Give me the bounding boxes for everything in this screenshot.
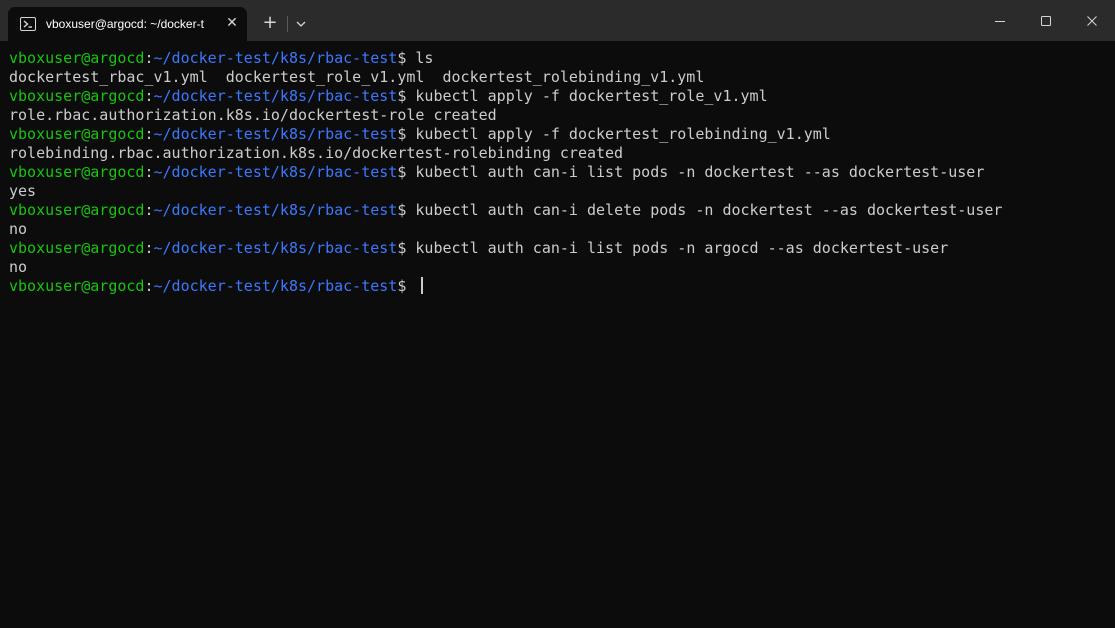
output-line: role.rbac.authorization.k8s.io/dockertes… — [9, 106, 1109, 125]
text-cursor — [421, 277, 424, 294]
prompt-line: vboxuser@argocd:~/docker-test/k8s/rbac-t… — [9, 87, 1109, 106]
prompt-user: vboxuser@argocd — [9, 277, 145, 295]
output-text: rolebinding.rbac.authorization.k8s.io/do… — [9, 144, 624, 162]
prompt-line: vboxuser@argocd:~/docker-test/k8s/rbac-t… — [9, 163, 1109, 182]
command-text: kubectl auth can-i list pods -n dockerte… — [406, 163, 985, 181]
terminal-output[interactable]: vboxuser@argocd:~/docker-test/k8s/rbac-t… — [9, 49, 1109, 619]
prompt-separator: : — [144, 87, 154, 105]
output-line: rolebinding.rbac.authorization.k8s.io/do… — [9, 144, 1109, 163]
prompt-path: ~/docker-test/k8s/rbac-test — [153, 277, 398, 295]
prompt-path: ~/docker-test/k8s/rbac-test — [153, 201, 398, 219]
tab-terminal[interactable]: vboxuser@argocd: ~/docker-t ✕ — [8, 7, 247, 41]
dropdown-chevron-icon[interactable] — [290, 12, 312, 36]
output-line: yes — [9, 182, 1109, 201]
prompt-separator: : — [144, 239, 154, 257]
output-line: no — [9, 258, 1109, 277]
prompt-separator: : — [144, 201, 154, 219]
prompt-user: vboxuser@argocd — [9, 125, 145, 143]
prompt-user: vboxuser@argocd — [9, 201, 145, 219]
prompt-separator: : — [144, 125, 154, 143]
prompt-line: vboxuser@argocd:~/docker-test/k8s/rbac-t… — [9, 239, 1109, 258]
output-text: yes — [9, 182, 37, 200]
command-text: kubectl auth can-i list pods -n argocd -… — [406, 239, 949, 257]
output-text: role.rbac.authorization.k8s.io/dockertes… — [9, 106, 497, 124]
title-bar[interactable]: vboxuser@argocd: ~/docker-t ✕ + — [0, 0, 1115, 41]
minimize-icon[interactable] — [977, 0, 1023, 41]
output-text: no — [9, 220, 28, 238]
maximize-icon[interactable] — [1023, 0, 1069, 41]
close-icon[interactable] — [1069, 0, 1115, 41]
prompt-user: vboxuser@argocd — [9, 87, 145, 105]
new-tab-button[interactable]: + — [258, 12, 282, 36]
prompt-line: vboxuser@argocd:~/docker-test/k8s/rbac-t… — [9, 277, 1109, 296]
tab-close-icon[interactable]: ✕ — [224, 15, 240, 31]
output-line: dockertest_rbac_v1.yml dockertest_role_v… — [9, 68, 1109, 87]
tab-title: vboxuser@argocd: ~/docker-t — [46, 17, 204, 31]
prompt-user: vboxuser@argocd — [9, 49, 145, 67]
command-text: ls — [406, 49, 434, 67]
prompt-path: ~/docker-test/k8s/rbac-test — [153, 87, 398, 105]
prompt-separator: : — [144, 49, 154, 67]
prompt-user: vboxuser@argocd — [9, 239, 145, 257]
prompt-line: vboxuser@argocd:~/docker-test/k8s/rbac-t… — [9, 49, 1109, 68]
tab-separator — [287, 16, 288, 32]
command-text: kubectl apply -f dockertest_rolebinding_… — [406, 125, 831, 143]
output-text: no — [9, 258, 28, 276]
command-text — [406, 277, 415, 295]
prompt-path: ~/docker-test/k8s/rbac-test — [153, 163, 398, 181]
command-text: kubectl auth can-i delete pods -n docker… — [406, 201, 1003, 219]
prompt-line: vboxuser@argocd:~/docker-test/k8s/rbac-t… — [9, 201, 1109, 220]
prompt-user: vboxuser@argocd — [9, 163, 145, 181]
prompt-line: vboxuser@argocd:~/docker-test/k8s/rbac-t… — [9, 125, 1109, 144]
terminal-window: vboxuser@argocd: ~/docker-t ✕ + vboxuser… — [0, 0, 1115, 628]
prompt-path: ~/docker-test/k8s/rbac-test — [153, 125, 398, 143]
prompt-separator: : — [144, 163, 154, 181]
prompt-path: ~/docker-test/k8s/rbac-test — [153, 239, 398, 257]
output-line: no — [9, 220, 1109, 239]
output-text: dockertest_rbac_v1.yml dockertest_role_v… — [9, 68, 705, 86]
command-text: kubectl apply -f dockertest_role_v1.yml — [406, 87, 768, 105]
powershell-terminal-icon — [20, 17, 36, 31]
prompt-path: ~/docker-test/k8s/rbac-test — [153, 49, 398, 67]
prompt-separator: : — [144, 277, 154, 295]
